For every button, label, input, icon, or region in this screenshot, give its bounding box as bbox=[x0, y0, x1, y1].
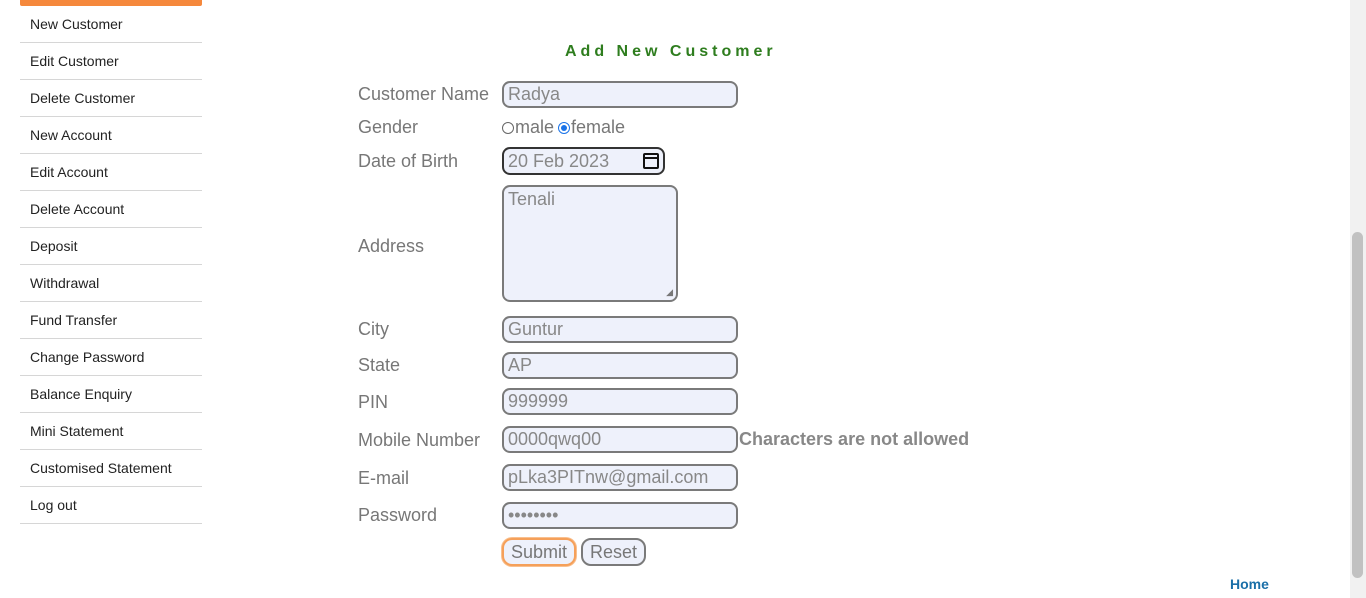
home-link[interactable]: Home bbox=[1230, 576, 1269, 592]
mobile-error-message: Characters are not allowed bbox=[739, 429, 970, 449]
menu-item-mini-statement[interactable]: Mini Statement bbox=[20, 413, 202, 450]
menu-item-delete-customer[interactable]: Delete Customer bbox=[20, 80, 202, 117]
gender-male-label: male bbox=[515, 117, 555, 137]
menu-item-customised-statement[interactable]: Customised Statement bbox=[20, 450, 202, 487]
menu-item-edit-account[interactable]: Edit Account bbox=[20, 154, 202, 191]
address-textarea[interactable]: Tenali ◢ bbox=[502, 185, 678, 302]
email-input[interactable] bbox=[502, 464, 738, 491]
mobile-label: Mobile Number bbox=[358, 430, 481, 450]
menu-item-deposit[interactable]: Deposit bbox=[20, 228, 202, 265]
menu-item-delete-account[interactable]: Delete Account bbox=[20, 191, 202, 228]
dob-value: 20 Feb 2023 bbox=[508, 150, 610, 171]
vertical-scrollbar[interactable] bbox=[1350, 0, 1366, 598]
customer-name-label: Customer Name bbox=[358, 84, 490, 104]
customer-name-input[interactable] bbox=[502, 81, 738, 108]
reset-button[interactable]: Reset bbox=[581, 538, 646, 566]
password-input[interactable] bbox=[502, 502, 738, 529]
gender-female-label: female bbox=[571, 117, 626, 137]
gender-radio-group: male female bbox=[502, 117, 625, 138]
calendar-icon[interactable] bbox=[643, 153, 659, 169]
gender-label: Gender bbox=[358, 117, 419, 137]
gender-female-radio[interactable] bbox=[558, 121, 571, 134]
pin-input[interactable] bbox=[502, 388, 738, 415]
dob-date-input[interactable]: 20 Feb 2023 bbox=[502, 147, 665, 175]
menu-item-change-password[interactable]: Change Password bbox=[20, 339, 202, 376]
form-title: Add New Customer bbox=[565, 43, 777, 60]
gender-male-radio[interactable] bbox=[502, 121, 514, 134]
state-label: State bbox=[358, 355, 401, 375]
mobile-input[interactable] bbox=[502, 426, 738, 453]
submit-button[interactable]: Submit bbox=[502, 538, 576, 566]
menu-item-balance-enquiry[interactable]: Balance Enquiry bbox=[20, 376, 202, 413]
city-input[interactable] bbox=[502, 316, 738, 343]
state-input[interactable] bbox=[502, 352, 738, 379]
menu-item-edit-customer[interactable]: Edit Customer bbox=[20, 43, 202, 80]
email-label: E-mail bbox=[358, 468, 410, 488]
menu-item-withdrawal[interactable]: Withdrawal bbox=[20, 265, 202, 302]
pin-label: PIN bbox=[358, 392, 389, 412]
menu-item-log-out[interactable]: Log out bbox=[20, 487, 202, 524]
scrollbar-thumb[interactable] bbox=[1352, 232, 1363, 578]
dob-label: Date of Birth bbox=[358, 151, 459, 171]
address-label: Address bbox=[358, 236, 425, 256]
menu-item-new-account[interactable]: New Account bbox=[20, 117, 202, 154]
password-label: Password bbox=[358, 505, 438, 525]
address-value: Tenali bbox=[508, 189, 556, 209]
resize-grip-icon[interactable]: ◢ bbox=[666, 288, 673, 297]
menu-item-new-customer[interactable]: New Customer bbox=[20, 6, 202, 43]
menu-list: New Customer Edit Customer Delete Custom… bbox=[20, 6, 202, 524]
sidebar-menu: New Customer Edit Customer Delete Custom… bbox=[20, 0, 202, 524]
city-label: City bbox=[358, 319, 389, 339]
menu-item-fund-transfer[interactable]: Fund Transfer bbox=[20, 302, 202, 339]
